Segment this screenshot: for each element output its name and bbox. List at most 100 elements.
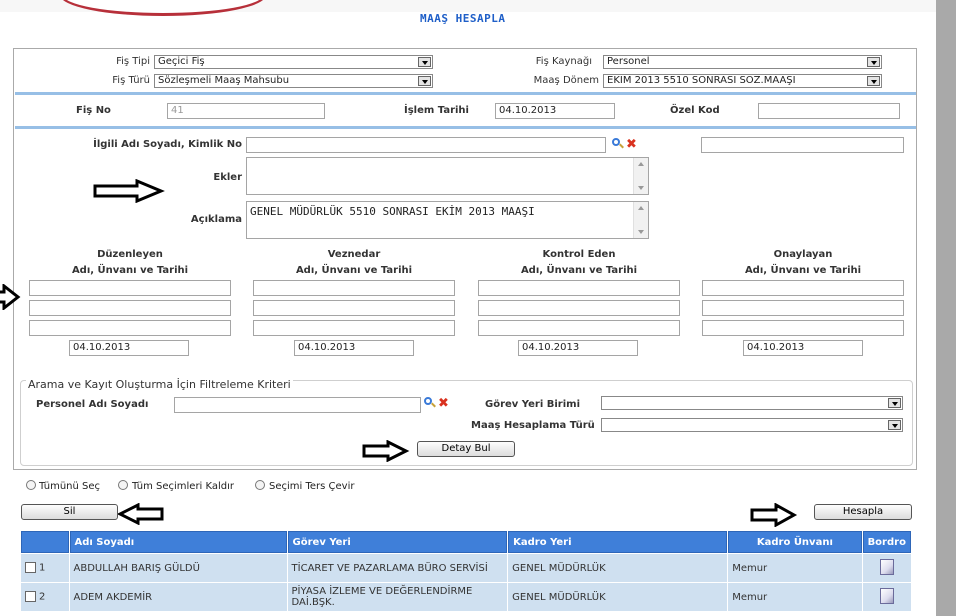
search-icon[interactable]: [424, 397, 432, 405]
fis-kaynagi-select[interactable]: Personel: [603, 55, 882, 69]
gorev-cell: PİYASA İZLEME VE DEĞERLENDİRME DAİ.BŞK.: [287, 583, 508, 611]
invert-selection-label[interactable]: Seçimi Ters Çevir: [269, 481, 354, 492]
aciklama-textarea[interactable]: GENEL MÜDÜRLÜK 5510 SONRASI EKİM 2013 MA…: [246, 201, 649, 239]
personel-field[interactable]: [174, 397, 421, 413]
fis-tipi-value: Geçici Fiş: [158, 56, 205, 67]
clear-icon[interactable]: ✖: [626, 138, 637, 151]
islem-tarihi-field[interactable]: 04.10.2013: [495, 103, 615, 119]
select-all-radio[interactable]: [26, 480, 36, 490]
signer-name-field[interactable]: [702, 280, 904, 296]
fis-kaynagi-label: Fiş Kaynağı: [535, 56, 592, 67]
signer-extra-field[interactable]: [29, 320, 231, 336]
hesapla-button[interactable]: Hesapla: [814, 504, 912, 520]
document-icon[interactable]: [879, 558, 894, 575]
signer-title-field[interactable]: [478, 300, 680, 316]
signer-subtitle: Adı, Ünvanı ve Tarihi: [520, 265, 638, 276]
signer-title: Düzenleyen: [97, 249, 163, 260]
clear-all-radio[interactable]: [118, 480, 128, 490]
signer-extra-field[interactable]: [253, 320, 455, 336]
ekler-textarea[interactable]: [246, 157, 649, 195]
detay-bul-button[interactable]: Detay Bul: [417, 441, 515, 457]
gorev-cell: TİCARET VE PAZARLAMA BÜRO SERVİSİ: [287, 554, 508, 582]
signer-date-field[interactable]: 04.10.2013: [294, 340, 414, 356]
table-header-row: Adı Soyadı Görev Yeri Kadro Yeri Kadro Ü…: [21, 531, 911, 553]
ozel-kod-label: Özel Kod: [670, 105, 720, 116]
table-row[interactable]: 2 ADEM AKDEMİR PİYASA İZLEME VE DEĞERLEN…: [21, 583, 911, 611]
row-checkbox[interactable]: [25, 591, 36, 603]
fis-turu-select[interactable]: Sözleşmeli Maaş Mahsubu: [154, 74, 433, 88]
name-cell: ABDULLAH BARIŞ GÜLDÜ: [69, 554, 287, 582]
signer-title-field[interactable]: [253, 300, 455, 316]
row-number: 1: [39, 562, 46, 574]
personel-label: Personel Adı Soyadı: [36, 399, 149, 410]
fis-turu-value: Sözleşmeli Maaş Mahsubu: [158, 75, 290, 86]
ilgili-label: İlgili Adı Soyadı, Kimlik No: [93, 139, 242, 150]
aciklama-value: GENEL MÜDÜRLÜK 5510 SONRASI EKİM 2013 MA…: [250, 205, 535, 218]
gorev-yeri-label: Görev Yeri Birimi: [485, 399, 580, 410]
maas-donem-select[interactable]: EKİM 2013 5510 SONRASI SÖZ.MAAŞI: [603, 74, 882, 88]
aciklama-label: Açıklama: [190, 214, 242, 225]
row-select-cell[interactable]: 1: [21, 554, 69, 582]
signer-title-field[interactable]: [29, 300, 231, 316]
gorev-yeri-select[interactable]: [601, 396, 903, 410]
fis-tipi-select[interactable]: Geçici Fiş: [154, 55, 433, 69]
signer-name-field[interactable]: [253, 280, 455, 296]
sil-button[interactable]: Sil: [21, 504, 118, 520]
search-icon[interactable]: [612, 138, 620, 146]
signer-name-field[interactable]: [478, 280, 680, 296]
ekler-label: Ekler: [213, 172, 242, 183]
signer-date-field[interactable]: 04.10.2013: [518, 340, 638, 356]
header-logo-arc: [60, 0, 266, 16]
select-all-label[interactable]: Tümünü Seç: [39, 481, 100, 492]
page-title: MAAŞ HESAPLA: [420, 12, 506, 25]
column-header[interactable]: Bordro: [862, 531, 911, 553]
fis-no-label: Fiş No: [76, 105, 111, 116]
clear-all-label[interactable]: Tüm Seçimleri Kaldır: [132, 481, 234, 492]
chevron-down-icon: [418, 76, 431, 86]
row-checkbox[interactable]: [25, 562, 36, 574]
row-select-cell[interactable]: 2: [21, 583, 69, 611]
kadro-cell: GENEL MÜDÜRLÜK: [508, 554, 728, 582]
fis-no-field[interactable]: 41: [167, 103, 325, 119]
ozel-kod-field[interactable]: [758, 103, 900, 119]
hesaplama-turu-label: Maaş Hesaplama Türü: [471, 420, 595, 431]
table-row[interactable]: 1 ABDULLAH BARIŞ GÜLDÜ TİCARET VE PAZARL…: [21, 554, 911, 582]
chevron-down-icon: [888, 420, 901, 430]
signer-name-field[interactable]: [29, 280, 231, 296]
signer-title-field[interactable]: [702, 300, 904, 316]
invert-selection-radio[interactable]: [255, 480, 265, 490]
textarea-scrollbar[interactable]: [633, 158, 648, 194]
document-icon[interactable]: [879, 587, 894, 604]
column-header[interactable]: Adı Soyadı: [69, 531, 287, 553]
signer-subtitle: Adı, Ünvanı ve Tarihi: [295, 265, 413, 276]
select-column-header: [21, 531, 69, 553]
islem-tarihi-label: İşlem Tarihi: [404, 105, 469, 116]
signer-title: Onaylayan: [773, 249, 833, 260]
bordro-cell[interactable]: [862, 583, 911, 611]
name-cell: ADEM AKDEMİR: [69, 583, 287, 611]
personnel-table: Adı Soyadı Görev Yeri Kadro Yeri Kadro Ü…: [20, 530, 912, 612]
column-header[interactable]: Kadro Ünvanı: [728, 531, 862, 553]
chevron-down-icon: [867, 57, 880, 67]
window-scrollbar[interactable]: [936, 0, 956, 616]
signer-date-field[interactable]: 04.10.2013: [69, 340, 189, 356]
column-header[interactable]: Kadro Yeri: [508, 531, 728, 553]
signer-extra-field[interactable]: [478, 320, 680, 336]
bordro-cell[interactable]: [862, 554, 911, 582]
chevron-down-icon: [867, 76, 880, 86]
hesaplama-turu-select[interactable]: [601, 418, 903, 432]
ilgili-extra-field[interactable]: [701, 137, 904, 153]
unvan-cell: Memur: [728, 583, 862, 611]
signer-extra-field[interactable]: [702, 320, 904, 336]
signer-date-field[interactable]: 04.10.2013: [743, 340, 863, 356]
ilgili-field[interactable]: [246, 137, 606, 153]
textarea-scrollbar[interactable]: [633, 202, 648, 238]
clear-icon[interactable]: ✖: [438, 397, 449, 410]
filter-legend: Arama ve Kayıt Oluşturma İçin Filtreleme…: [26, 378, 293, 391]
column-header[interactable]: Görev Yeri: [287, 531, 508, 553]
section-divider: [15, 92, 916, 95]
unvan-cell: Memur: [728, 554, 862, 582]
fis-kaynagi-value: Personel: [607, 56, 650, 67]
maas-donem-label: Maaş Dönem: [533, 75, 599, 86]
chevron-down-icon: [888, 398, 901, 408]
